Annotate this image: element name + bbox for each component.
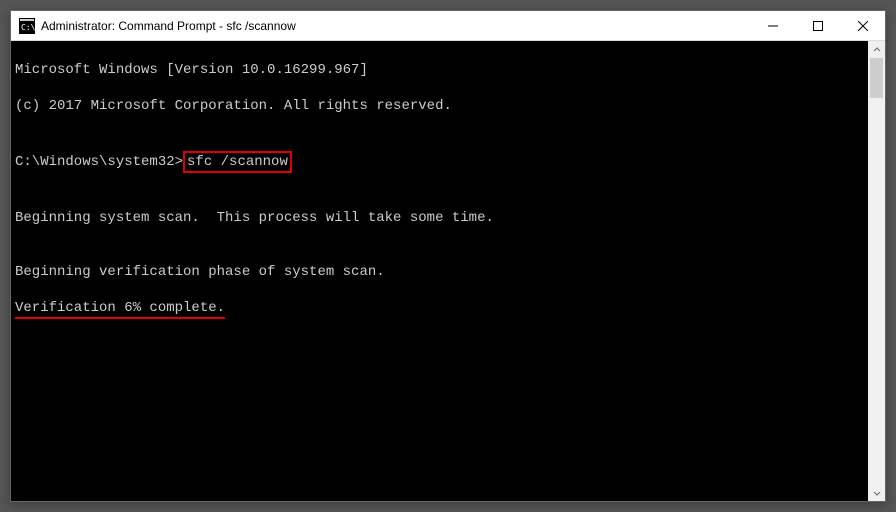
titlebar[interactable]: C:\ Administrator: Command Prompt - sfc … [11, 11, 885, 41]
scroll-track[interactable] [868, 58, 885, 484]
prompt-path: C:\Windows\system32> [15, 154, 183, 170]
progress-text: Verification 6% complete. [15, 300, 225, 316]
window-controls [750, 11, 885, 40]
terminal-line: Beginning verification phase of system s… [15, 263, 864, 281]
progress-highlight: Verification 6% complete. [15, 299, 225, 319]
maximize-button[interactable] [795, 11, 840, 40]
command-highlight: sfc /scannow [183, 151, 292, 173]
cmd-icon: C:\ [19, 18, 35, 34]
close-button[interactable] [840, 11, 885, 40]
progress-line: Verification 6% complete. [15, 299, 864, 319]
scroll-up-arrow-icon[interactable] [868, 41, 885, 58]
content-area: Microsoft Windows [Version 10.0.16299.96… [11, 41, 885, 501]
prompt-line: C:\Windows\system32>sfc /scannow [15, 151, 864, 173]
scroll-down-arrow-icon[interactable] [868, 484, 885, 501]
command-prompt-window: C:\ Administrator: Command Prompt - sfc … [10, 10, 886, 502]
minimize-button[interactable] [750, 11, 795, 40]
terminal-output[interactable]: Microsoft Windows [Version 10.0.16299.96… [11, 41, 868, 501]
svg-text:C:\: C:\ [21, 23, 35, 32]
terminal-line: (c) 2017 Microsoft Corporation. All righ… [15, 97, 864, 115]
vertical-scrollbar[interactable] [868, 41, 885, 501]
terminal-line: Beginning system scan. This process will… [15, 209, 864, 227]
window-title: Administrator: Command Prompt - sfc /sca… [41, 19, 750, 33]
command-text: sfc /scannow [187, 154, 288, 170]
terminal-line: Microsoft Windows [Version 10.0.16299.96… [15, 61, 864, 79]
scroll-thumb[interactable] [870, 58, 883, 98]
